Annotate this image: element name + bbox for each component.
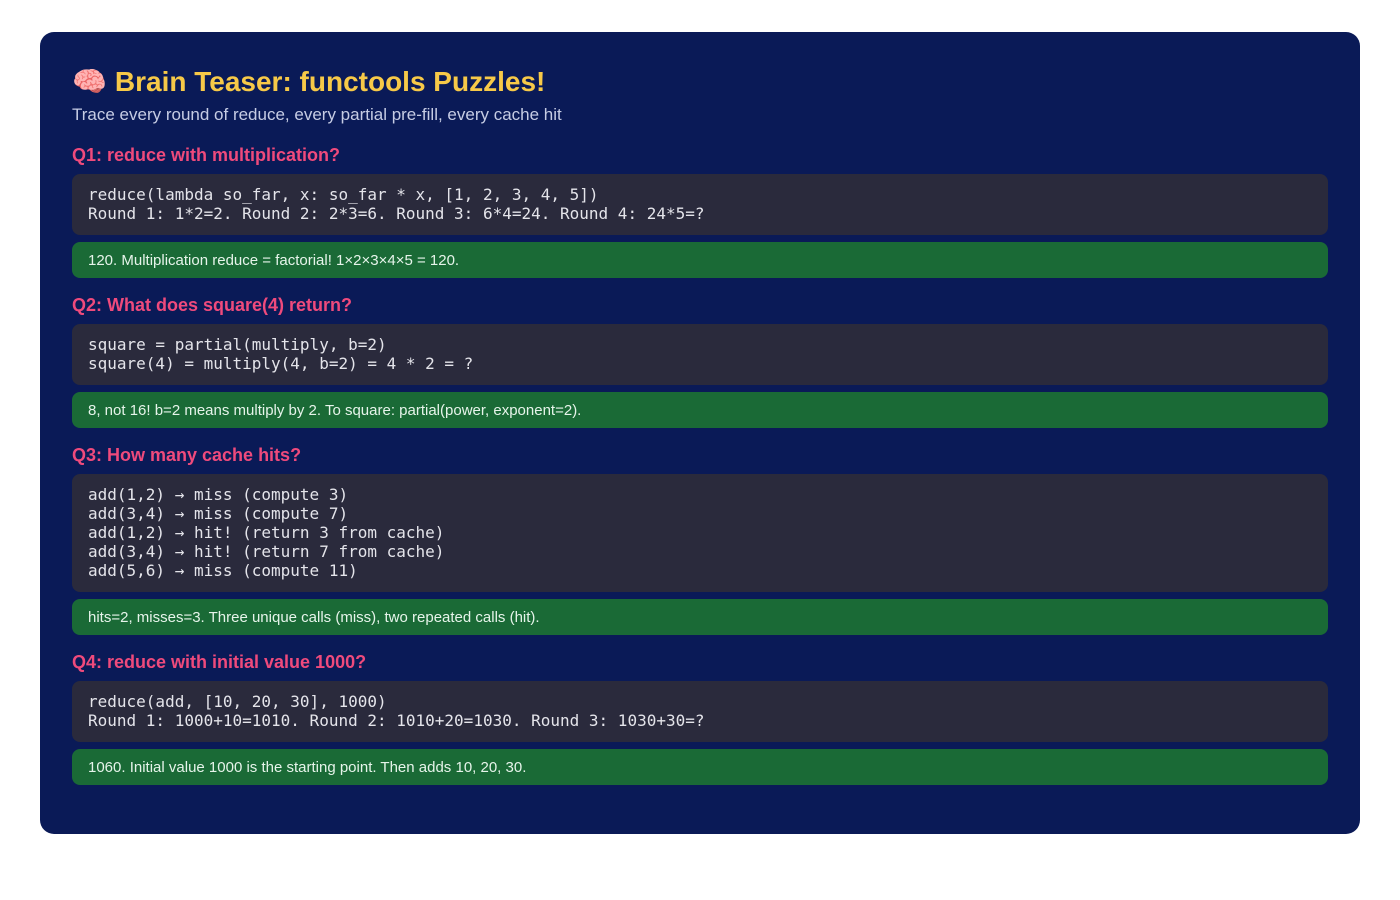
code-line: reduce(add, [10, 20, 30], 1000) (88, 692, 387, 711)
question-2: Q2: What does square(4) return? square =… (72, 294, 1328, 428)
code-line: add(1,2) → hit! (return 3 from cache) (88, 523, 445, 542)
question-heading: Q4: reduce with initial value 1000? (72, 652, 367, 672)
code-line: square = partial(multiply, b=2) (88, 335, 387, 354)
answer-box: 1060. Initial value 1000 is the starting… (72, 749, 1328, 785)
question-heading: Q1: reduce with multiplication? (72, 145, 341, 165)
page-title-text: Brain Teaser: functools Puzzles! (114, 66, 546, 97)
code-block: reduce(lambda so_far, x: so_far * x, [1,… (72, 174, 1328, 235)
code-block: square = partial(multiply, b=2) square(4… (72, 324, 1328, 385)
code-line: Round 1: 1000+10=1010. Round 2: 1010+20=… (88, 711, 705, 730)
code-line: square(4) = multiply(4, b=2) = 4 * 2 = ? (88, 354, 474, 373)
code-line: add(3,4) → hit! (return 7 from cache) (88, 542, 445, 561)
code-block: add(1,2) → miss (compute 3) add(3,4) → m… (72, 474, 1328, 592)
code-line: add(5,6) → miss (compute 11) (88, 561, 358, 580)
code-line: add(3,4) → miss (compute 7) (88, 504, 349, 523)
answer-box: hits=2, misses=3. Three unique calls (mi… (72, 599, 1328, 635)
question-3: Q3: How many cache hits? add(1,2) → miss… (72, 444, 1328, 635)
brain-icon: 🧠 (72, 65, 107, 98)
code-line: reduce(lambda so_far, x: so_far * x, [1,… (88, 185, 599, 204)
page-title: 🧠 Brain Teaser: functools Puzzles! (72, 62, 545, 102)
puzzle-card: 🧠 Brain Teaser: functools Puzzles! Trace … (40, 32, 1360, 834)
question-4: Q4: reduce with initial value 1000? redu… (72, 651, 1328, 785)
answer-box: 8, not 16! b=2 means multiply by 2. To s… (72, 392, 1328, 428)
question-1: Q1: reduce with multiplication? reduce(l… (72, 144, 1328, 278)
question-heading: Q2: What does square(4) return? (72, 295, 353, 315)
code-line: Round 1: 1*2=2. Round 2: 2*3=6. Round 3:… (88, 204, 705, 223)
code-block: reduce(add, [10, 20, 30], 1000) Round 1:… (72, 681, 1328, 742)
answer-box: 120. Multiplication reduce = factorial! … (72, 242, 1328, 278)
code-line: add(1,2) → miss (compute 3) (88, 485, 349, 504)
page-subtitle: Trace every round of reduce, every parti… (72, 105, 562, 124)
question-heading: Q3: How many cache hits? (72, 445, 302, 465)
